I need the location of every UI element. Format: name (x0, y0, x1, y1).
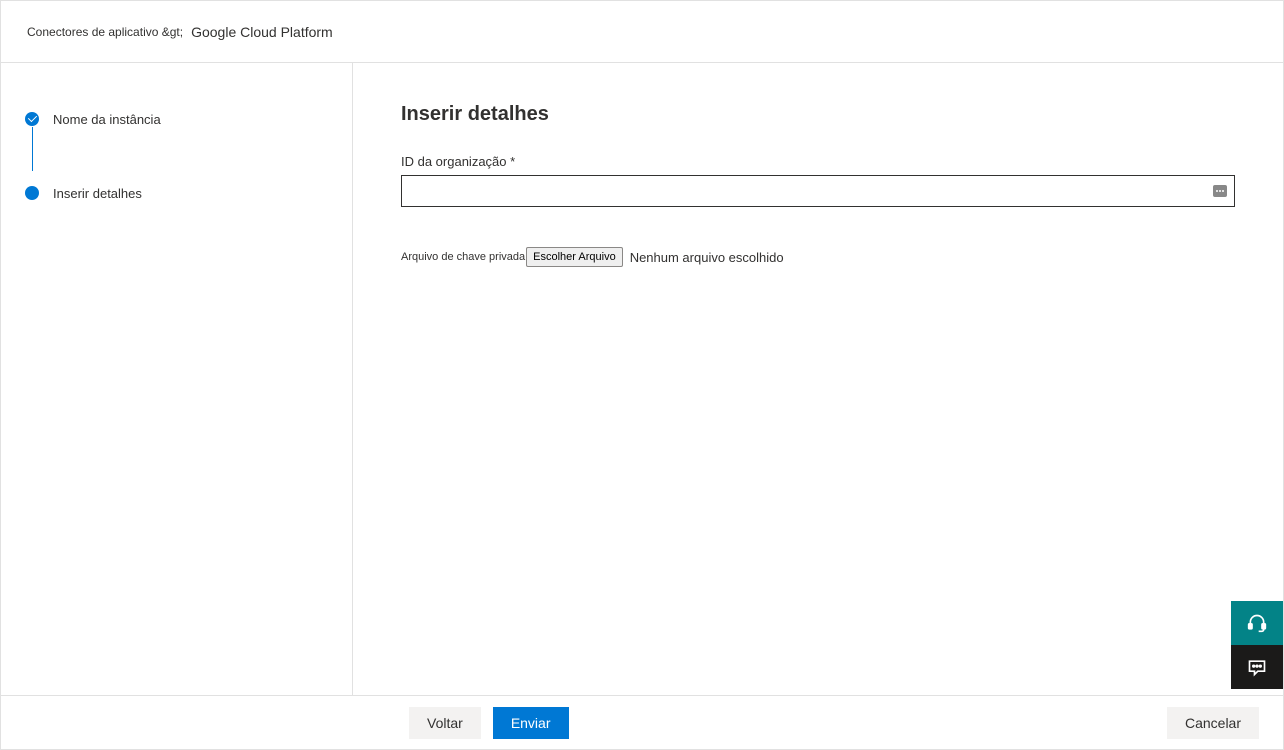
cancel-button[interactable]: Cancelar (1167, 707, 1259, 739)
file-row: Arquivo de chave privada Escolher Arquiv… (401, 247, 1235, 267)
breadcrumb-root[interactable]: Conectores de aplicativo &gt; (27, 25, 183, 39)
back-button[interactable]: Voltar (409, 707, 481, 739)
headset-icon (1247, 613, 1267, 633)
dot-icon (25, 186, 39, 200)
feedback-button[interactable] (1231, 645, 1283, 689)
org-id-input-wrap (401, 175, 1235, 207)
check-icon (25, 112, 39, 126)
step-instance-name[interactable]: Nome da instância (25, 105, 332, 133)
ellipsis-icon[interactable] (1213, 185, 1227, 197)
breadcrumb-current: Google Cloud Platform (191, 24, 333, 40)
sidebar: Nome da instância Inserir detalhes (1, 63, 353, 695)
main-panel: Inserir detalhes ID da organização * Arq… (353, 63, 1283, 695)
header: Conectores de aplicativo &gt; Google Clo… (1, 1, 1283, 63)
floating-actions (1231, 601, 1283, 689)
submit-button[interactable]: Enviar (493, 707, 569, 739)
step-label: Nome da instância (53, 112, 161, 127)
step-connector (32, 127, 33, 171)
chat-icon (1247, 657, 1267, 677)
page-title: Inserir detalhes (401, 103, 1235, 126)
org-id-input[interactable] (401, 175, 1235, 207)
support-button[interactable] (1231, 601, 1283, 645)
choose-file-button[interactable]: Escolher Arquivo (526, 247, 623, 267)
org-id-label: ID da organização * (401, 154, 1235, 169)
footer: Voltar Enviar Cancelar (1, 695, 1283, 749)
step-enter-details[interactable]: Inserir detalhes (25, 179, 332, 207)
file-status: Nenhum arquivo escolhido (630, 250, 784, 265)
body: Nome da instância Inserir detalhes Inser… (1, 63, 1283, 695)
step-label: Inserir detalhes (53, 186, 142, 201)
private-key-label: Arquivo de chave privada (401, 251, 525, 263)
breadcrumb: Conectores de aplicativo &gt; Google Clo… (27, 24, 333, 40)
